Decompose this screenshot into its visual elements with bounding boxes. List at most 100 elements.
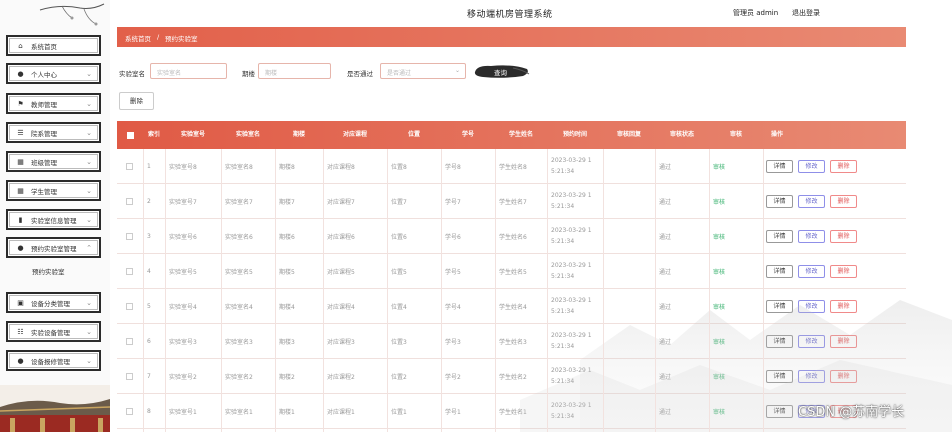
col-index: 索引 (147, 131, 160, 138)
query-button[interactable]: 查询 (473, 64, 530, 79)
edit-button[interactable]: 修改 (798, 335, 825, 348)
palace-roof-decoration (0, 385, 110, 432)
cell-pos: 位置5 (391, 268, 407, 276)
cell-sname: 学生姓名4 (499, 303, 527, 311)
cell-course: 对应课程5 (327, 268, 355, 276)
breadcrumb-current: 预约实验室 (165, 35, 198, 43)
cell-audit[interactable]: 审核 (713, 324, 725, 358)
cell-sname: 学生姓名3 (499, 338, 527, 346)
cell-floor: 期楼2 (279, 373, 295, 381)
delete-button[interactable]: 删除 (830, 195, 857, 208)
row-checkbox[interactable] (126, 149, 133, 183)
col-review-reply: 审核回复 (616, 131, 641, 138)
detail-button[interactable]: 详情 (766, 230, 793, 243)
row-checkbox[interactable] (126, 184, 133, 218)
detail-button[interactable]: 详情 (766, 195, 793, 208)
sidebar-item-4[interactable]: ▦ 班级管理 ⌄ (6, 151, 101, 172)
sidebar-item-8[interactable]: ▣ 设备分类管理 ⌄ (6, 292, 101, 313)
col-position: 位置 (407, 131, 420, 138)
edit-button[interactable]: 修改 (798, 160, 825, 173)
delete-button[interactable]: 删除 (830, 265, 857, 278)
cell-time: 2023-03-29 1 5:21:34 (551, 359, 592, 393)
delete-button[interactable]: 删除 (830, 370, 857, 383)
detail-button[interactable]: 详情 (766, 300, 793, 313)
cell-course: 对应课程1 (327, 408, 355, 416)
cell-audit[interactable]: 审核 (713, 219, 725, 253)
edit-button[interactable]: 修改 (798, 300, 825, 313)
chevron-icon: ⌄ (86, 128, 92, 137)
cell-audit[interactable]: 审核 (713, 254, 725, 288)
cell-time-line1: 2023-03-29 1 (551, 192, 592, 199)
sidebar-item-1[interactable]: ● 个人中心 ⌄ (6, 63, 101, 84)
clipboard-icon: ▣ (17, 298, 24, 307)
delete-button[interactable]: 删除 (830, 230, 857, 243)
column-divider (143, 149, 144, 432)
cell-name: 实验室名6 (225, 233, 253, 241)
checkbox-icon (126, 131, 134, 139)
detail-button[interactable]: 详情 (766, 405, 793, 418)
sidebar-item-label: 院系管理 (31, 129, 57, 138)
cell-audit[interactable]: 审核 (713, 359, 725, 393)
delete-button[interactable]: 删除 (830, 335, 857, 348)
row-checkbox[interactable] (126, 324, 133, 358)
sidebar-subitem-reserve-lab[interactable]: 预约实验室 (32, 266, 65, 276)
row-checkbox[interactable] (126, 254, 133, 288)
chevron-icon: ⌄ (86, 69, 92, 78)
cell-idx: 5 (147, 302, 151, 310)
column-divider (709, 149, 710, 432)
cell-time-line1: 2023-03-29 1 (551, 262, 592, 269)
detail-button[interactable]: 详情 (766, 370, 793, 383)
cell-time: 2023-03-29 1 5:21:34 (551, 219, 592, 253)
sidebar-item-10[interactable]: ● 设备报修管理 ⌄ (6, 350, 101, 371)
cell-no: 实验室号5 (169, 268, 197, 276)
delete-button[interactable]: 删除 (830, 300, 857, 313)
edit-button[interactable]: 修改 (798, 265, 825, 278)
detail-button[interactable]: 详情 (766, 160, 793, 173)
batch-delete-button[interactable]: 删除 (119, 92, 154, 110)
cell-audit[interactable]: 审核 (713, 149, 725, 183)
grid-icon: ▦ (17, 186, 24, 195)
detail-button[interactable]: 详情 (766, 335, 793, 348)
cell-course: 对应课程7 (327, 198, 355, 206)
table-row: 7 实验室号2 实验室名2 期楼2 对应课程2 位置2 学号2 学生姓名2 2023-03-29… (117, 359, 906, 394)
edit-button[interactable]: 修改 (798, 370, 825, 383)
cell-audit[interactable]: 审核 (713, 394, 725, 428)
detail-button[interactable]: 详情 (766, 265, 793, 278)
col-student-id: 学号 (461, 131, 474, 138)
checkbox-icon (126, 302, 133, 310)
logout-link[interactable]: 退出登录 (792, 8, 820, 18)
cell-name: 实验室名4 (225, 303, 253, 311)
edit-button[interactable]: 修改 (798, 230, 825, 243)
column-divider (221, 149, 222, 432)
row-checkbox[interactable] (126, 219, 133, 253)
cell-floor: 期楼7 (279, 198, 295, 206)
lab-name-input[interactable]: 实验室名 (150, 63, 227, 79)
passed-select[interactable]: 是否通过 ⌄ (380, 63, 466, 79)
sidebar-item-7[interactable]: ● 预约实验室管理 ⌃ (6, 237, 101, 258)
cell-status: 通过 (659, 373, 672, 381)
sidebar-item-9[interactable]: ☷ 实验设备管理 ⌄ (6, 321, 101, 342)
header-select-all[interactable] (117, 121, 143, 149)
sidebar-item-2[interactable]: ⚑ 教师管理 ⌄ (6, 93, 101, 114)
delete-button[interactable]: 删除 (830, 160, 857, 173)
cell-audit[interactable]: 审核 (713, 184, 725, 218)
floor-label: 期楼 (242, 70, 255, 78)
row-checkbox[interactable] (126, 359, 133, 393)
row-checkbox[interactable] (126, 394, 133, 428)
sidebar-item-0[interactable]: ⌂ 系统首页 (6, 35, 101, 56)
cell-pos: 位置7 (391, 198, 407, 206)
column-divider (495, 149, 496, 432)
breadcrumb-home[interactable]: 系统首页 (125, 33, 151, 43)
cell-name: 实验室名8 (225, 163, 253, 171)
cell-sname: 学生姓名8 (499, 163, 527, 171)
sidebar-item-label: 班级管理 (31, 158, 57, 167)
floor-input[interactable]: 期楼 (258, 63, 331, 79)
cell-sid: 学号6 (445, 233, 461, 241)
cell-pos: 位置8 (391, 163, 407, 171)
row-checkbox[interactable] (126, 289, 133, 323)
cell-audit[interactable]: 审核 (713, 289, 725, 323)
sidebar-item-5[interactable]: ▦ 学生管理 ⌄ (6, 180, 101, 201)
sidebar-item-6[interactable]: ▮ 实验室信息管理 ⌄ (6, 209, 101, 230)
sidebar-item-3[interactable]: ☰ 院系管理 ⌄ (6, 122, 101, 143)
edit-button[interactable]: 修改 (798, 195, 825, 208)
